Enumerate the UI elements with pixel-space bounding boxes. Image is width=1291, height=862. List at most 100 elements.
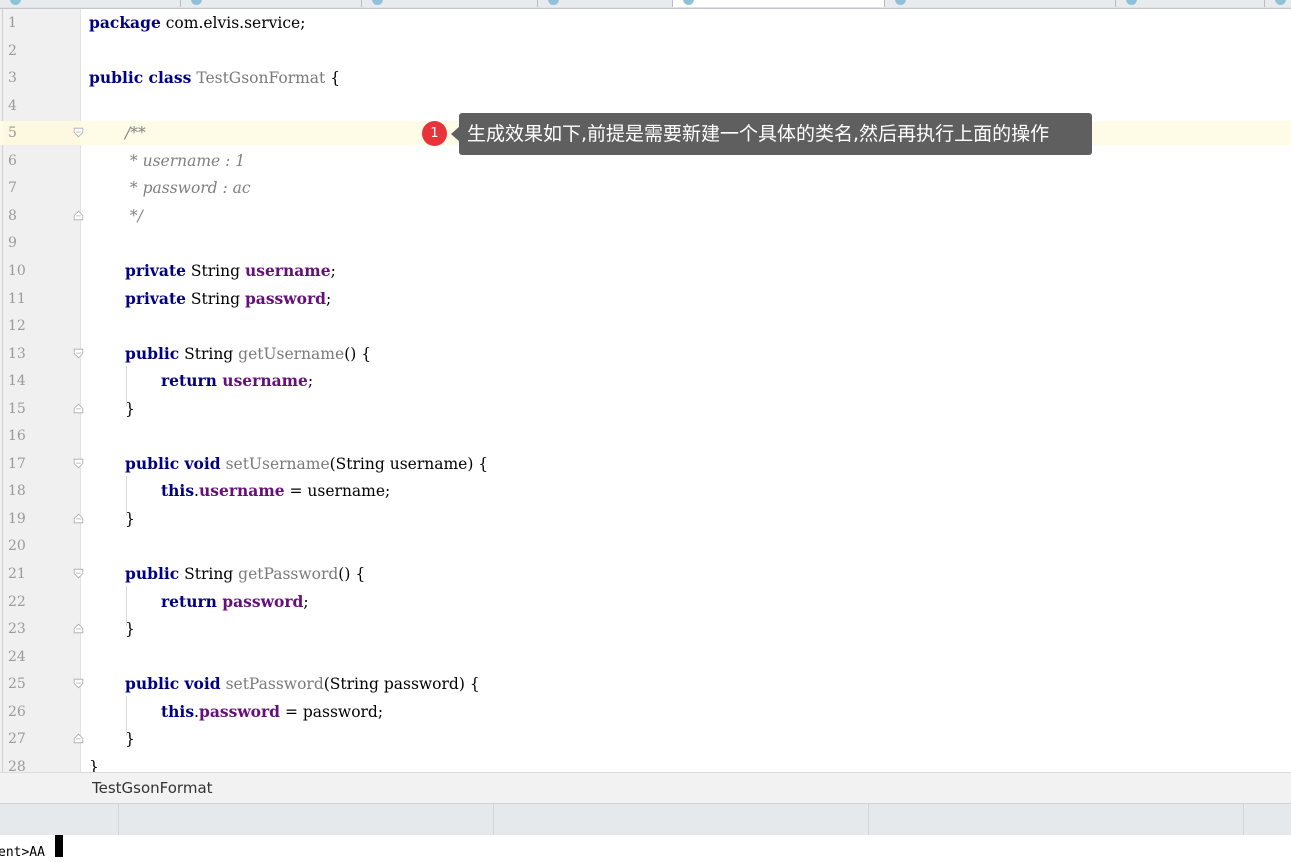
code-line[interactable]: 27} <box>0 727 1291 751</box>
code-line[interactable]: 25 public void setPassword(String passwor… <box>0 672 1291 696</box>
code-text: public String getPassword() { <box>125 562 365 586</box>
code-line[interactable]: 13 public String getUsername() { <box>0 342 1291 366</box>
code-line[interactable]: 22 return password; <box>0 590 1291 614</box>
code-token: String <box>179 565 239 583</box>
code-line[interactable]: 12 <box>0 314 1291 338</box>
code-line[interactable]: 20 <box>0 534 1291 558</box>
code-token: String <box>179 344 239 363</box>
line-number: 2 <box>8 42 17 59</box>
code-line[interactable]: 10 private String username; <box>0 259 1291 283</box>
class-file-icon <box>10 0 21 5</box>
editor-tab[interactable] <box>538 0 673 7</box>
code-keyword: public <box>125 564 180 583</box>
code-text: private String password; <box>125 287 331 311</box>
code-keyword: package <box>89 13 161 32</box>
editor-tab[interactable] <box>0 0 181 7</box>
breadcrumb-item[interactable]: TestGsonFormat <box>92 773 213 804</box>
code-text: return password; <box>161 590 309 614</box>
indent-guide <box>126 696 127 736</box>
annotation-badge: 1 <box>422 121 447 146</box>
code-text: private String username; <box>125 259 336 283</box>
fold-collapse-icon[interactable] <box>73 127 84 138</box>
code-token: () { <box>344 344 372 363</box>
code-token: (String username) { <box>329 454 489 473</box>
code-line[interactable]: 11 private String password; <box>0 287 1291 311</box>
code-comment: */ <box>125 206 143 225</box>
code-field: username <box>216 371 308 391</box>
fold-collapse-icon[interactable] <box>73 678 84 689</box>
fold-end-icon[interactable] <box>73 733 84 744</box>
line-number: 11 <box>8 290 26 307</box>
code-line[interactable]: 26 this.password = password; <box>0 700 1291 724</box>
code-line[interactable]: 17 public void setUsername(String usernam… <box>0 452 1291 476</box>
code-text: /** <box>125 121 146 145</box>
code-token: { <box>325 69 341 88</box>
code-line[interactable]: 1 package com.elvis.service; <box>0 11 1291 35</box>
code-line[interactable]: 19} <box>0 507 1291 531</box>
code-token: ; <box>303 592 309 611</box>
editor-tab[interactable] <box>181 0 362 7</box>
code-identifier: TestGsonFormat <box>191 69 326 88</box>
code-line[interactable]: 8 */ <box>0 204 1291 228</box>
terminal-panel[interactable]: ent>AA <box>0 835 1291 861</box>
code-line[interactable]: 28} <box>0 755 1291 772</box>
code-text: public void setUsername(String username)… <box>125 452 488 476</box>
code-token: String <box>185 289 245 308</box>
line-number: 19 <box>8 510 26 527</box>
indent-guide <box>126 476 127 516</box>
code-line[interactable]: 14 return username; <box>0 369 1291 393</box>
tool-window-header <box>0 803 1291 836</box>
code-comment: * username : 1 <box>125 151 246 170</box>
code-line[interactable]: 24 <box>0 645 1291 669</box>
code-text: return username; <box>161 369 313 393</box>
code-line[interactable]: 21 public String getPassword() { <box>0 562 1291 586</box>
line-number: 26 <box>8 703 26 720</box>
code-identifier: setPassword <box>220 675 324 694</box>
fold-collapse-icon[interactable] <box>73 458 84 469</box>
editor-tab[interactable] <box>885 0 1116 7</box>
fold-end-icon[interactable] <box>73 403 84 414</box>
code-text: public void setPassword(String password)… <box>125 672 480 696</box>
code-field: password <box>216 591 304 611</box>
code-token: ; <box>307 372 314 391</box>
code-line[interactable]: 23} <box>0 617 1291 641</box>
code-keyword: return <box>161 371 217 391</box>
class-file-icon <box>372 0 383 5</box>
code-keyword: private <box>125 260 186 280</box>
code-line[interactable]: 7 * password : ac <box>0 176 1291 200</box>
fold-collapse-icon[interactable] <box>73 568 84 579</box>
editor-tab[interactable] <box>1116 0 1265 7</box>
code-keyword: this <box>161 481 195 501</box>
fold-collapse-icon[interactable] <box>73 348 84 359</box>
line-number: 21 <box>8 566 26 582</box>
line-number: 22 <box>8 593 26 610</box>
line-number: 7 <box>8 180 17 197</box>
code-comment: * password : ac <box>125 179 251 198</box>
code-line[interactable]: 16 <box>0 424 1291 448</box>
breadcrumb-bar: TestGsonFormat <box>0 772 1291 804</box>
editor-tab[interactable] <box>362 0 538 7</box>
code-line[interactable]: 2 <box>0 39 1291 63</box>
code-keyword: private <box>125 288 186 308</box>
line-number: 25 <box>8 676 26 693</box>
editor-tab[interactable] <box>1265 0 1291 7</box>
code-identifier: getUsername <box>238 344 345 363</box>
fold-end-icon[interactable] <box>73 210 84 221</box>
code-text: this.password = password; <box>161 700 383 724</box>
code-keyword: this <box>161 701 195 721</box>
code-line[interactable]: 9 <box>0 231 1291 255</box>
code-line[interactable]: 18 this.username = username; <box>0 479 1291 503</box>
text-cursor <box>55 835 63 857</box>
indent-guide <box>126 586 127 626</box>
fold-end-icon[interactable] <box>73 513 84 524</box>
code-comment: /** <box>125 124 146 143</box>
code-line[interactable]: 3 public class TestGsonFormat { <box>0 66 1291 90</box>
line-number: 28 <box>8 758 26 772</box>
code-keyword: public void <box>125 453 221 473</box>
code-keyword: public void <box>125 674 221 694</box>
line-number: 9 <box>8 235 17 252</box>
editor-tab-active[interactable] <box>673 0 885 7</box>
code-text: public class TestGsonFormat { <box>89 66 340 90</box>
code-line[interactable]: 15} <box>0 397 1291 421</box>
fold-end-icon[interactable] <box>73 623 84 634</box>
